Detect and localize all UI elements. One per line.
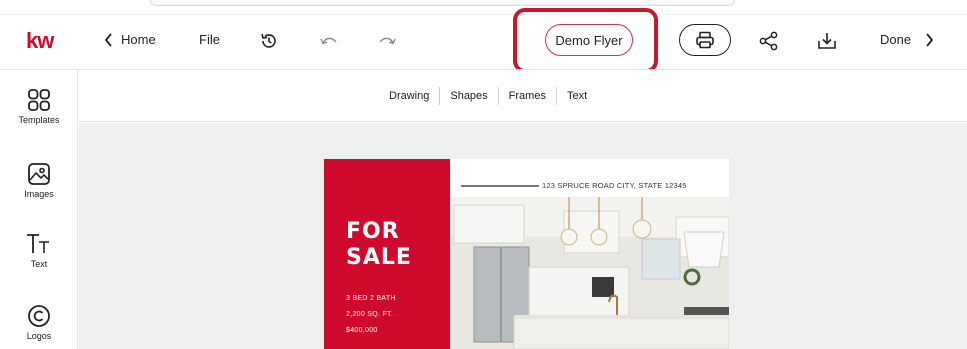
home-button[interactable]: Home xyxy=(104,32,156,47)
spec-price: $400,000 xyxy=(346,327,378,334)
share-button[interactable] xyxy=(756,28,782,54)
sidebar-item-logos[interactable]: Logos xyxy=(0,304,78,341)
sidebar-label: Images xyxy=(24,189,54,199)
document-name: Demo Flyer xyxy=(555,32,623,48)
tab-text[interactable]: Text xyxy=(557,90,597,102)
undo-button[interactable] xyxy=(316,28,342,54)
done-label: Done xyxy=(880,32,912,47)
address-rule xyxy=(461,185,539,187)
flyer-red-panel[interactable]: FOR SALE 3 BED 2 BATH 2,200 SQ. FT. $400… xyxy=(324,159,450,349)
download-button[interactable] xyxy=(814,28,840,54)
flyer-page[interactable]: 123 SPRUCE ROAD CITY, STATE 12345 FOR SA… xyxy=(324,159,729,349)
redo-icon xyxy=(379,37,396,45)
tool-tabs: Drawing Shapes Frames Text xyxy=(379,87,597,105)
browser-strip xyxy=(150,0,735,6)
file-label: File xyxy=(199,32,220,47)
history-button[interactable] xyxy=(256,28,282,54)
share-icon xyxy=(759,31,778,51)
headline-line2: SALE xyxy=(346,245,412,270)
undo-icon xyxy=(320,37,337,45)
text-icon xyxy=(27,234,49,253)
chevron-left-icon xyxy=(104,32,112,47)
print-button[interactable] xyxy=(679,24,731,56)
file-menu-button[interactable]: File xyxy=(199,32,220,47)
sub-toolbar: Drawing Shapes Frames Text xyxy=(79,70,967,122)
spec-area: 2,200 SQ. FT. xyxy=(346,311,394,318)
editor-window: kw Home File Demo Flyer Done Templates I… xyxy=(0,0,967,349)
home-label: Home xyxy=(121,32,156,47)
kw-logo[interactable]: kw xyxy=(26,28,54,54)
done-button[interactable]: Done xyxy=(880,32,934,47)
document-name-button[interactable]: Demo Flyer xyxy=(545,24,633,56)
headline-line1: FOR xyxy=(346,219,400,244)
tab-drawing[interactable]: Drawing xyxy=(379,90,439,102)
sidebar-label: Logos xyxy=(26,331,52,341)
printer-icon xyxy=(696,31,714,49)
sidebar-label: Templates xyxy=(18,115,60,125)
sidebar-item-templates[interactable]: Templates xyxy=(0,88,78,125)
sidebar-label: Text xyxy=(30,259,48,269)
sidebar-item-images[interactable]: Images xyxy=(0,162,78,199)
chevron-right-icon xyxy=(926,32,934,47)
spec-beds: 3 BED 2 BATH xyxy=(346,295,396,302)
property-address[interactable]: 123 SPRUCE ROAD CITY, STATE 12345 xyxy=(542,181,687,190)
kitchen-photo[interactable] xyxy=(414,197,729,349)
templates-icon xyxy=(28,89,50,111)
logos-icon xyxy=(28,305,50,327)
history-icon xyxy=(261,33,276,48)
property-specs[interactable]: 3 BED 2 BATH 2,200 SQ. FT. $400,000 xyxy=(346,291,396,339)
tab-frames[interactable]: Frames xyxy=(499,90,556,102)
left-sidebar: Templates Images Text Logos xyxy=(0,70,78,349)
download-icon xyxy=(818,33,836,49)
headline[interactable]: FOR SALE xyxy=(346,219,412,271)
tab-shapes[interactable]: Shapes xyxy=(440,90,497,102)
redo-button[interactable] xyxy=(374,28,400,54)
images-icon xyxy=(28,163,50,185)
top-toolbar: kw Home File Demo Flyer Done xyxy=(0,8,967,73)
sidebar-item-text[interactable]: Text xyxy=(0,232,78,269)
